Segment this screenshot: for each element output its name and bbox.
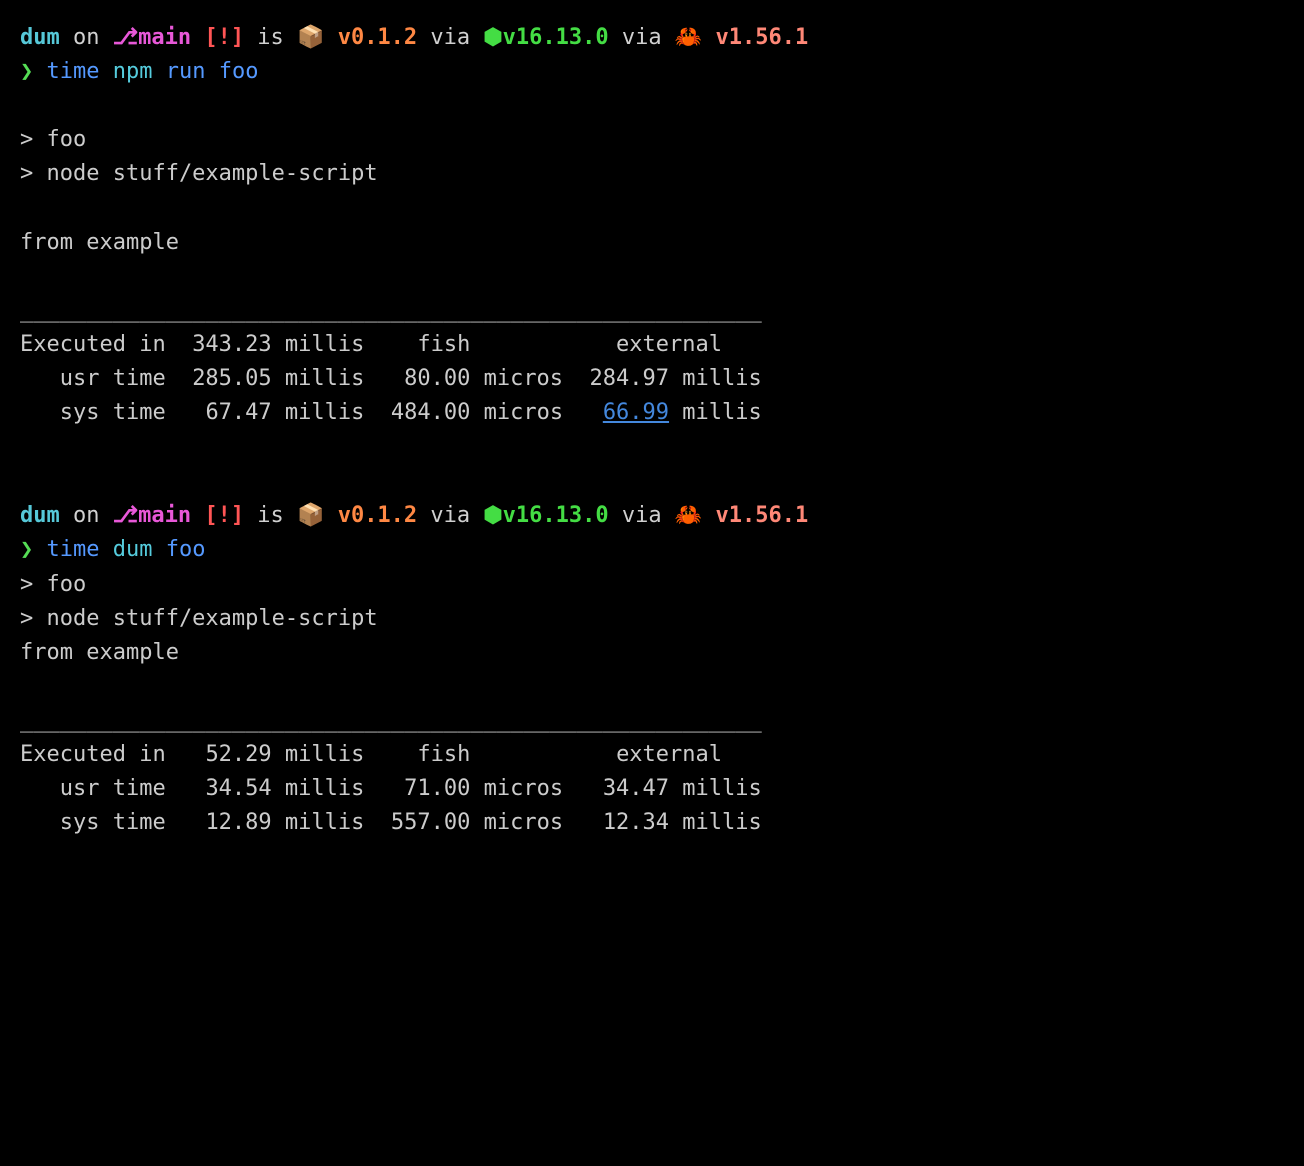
via-text: via <box>417 25 483 50</box>
cmd-time: time <box>47 537 100 562</box>
rust-version: v1.56.1 <box>702 503 808 528</box>
output-from-example: from example <box>20 636 1284 670</box>
is-text: is <box>244 25 297 50</box>
package-version: v0.1.2 <box>324 503 417 528</box>
time-sys: sys time 12.89 millis 557.00 micros 12.3… <box>20 806 1284 840</box>
crab-icon: 🦀 <box>675 502 702 527</box>
on-text: on <box>60 25 113 50</box>
cmd-npm: npm <box>99 59 152 84</box>
divider: ________________________________________… <box>20 294 1284 328</box>
time-executed: Executed in 343.23 millis fish external <box>20 328 1284 362</box>
cwd: dum <box>20 503 60 528</box>
via-text: via <box>609 503 675 528</box>
time-usr: usr time 34.54 millis 71.00 micros 34.47… <box>20 772 1284 806</box>
output-node: > node stuff/example-script <box>20 157 1284 191</box>
node-icon: ⬢ <box>483 503 502 528</box>
command-line-1[interactable]: ❯ time npm run foo <box>20 55 1284 89</box>
cmd-foo: foo <box>205 59 258 84</box>
cwd: dum <box>20 25 60 50</box>
output-from-example: from example <box>20 226 1284 260</box>
branch-icon: ⎇ <box>113 25 138 50</box>
package-version: v0.1.2 <box>324 25 417 50</box>
on-text: on <box>60 503 113 528</box>
cmd-dum: dum <box>99 537 152 562</box>
node-version: v16.13.0 <box>503 503 609 528</box>
rust-version: v1.56.1 <box>702 25 808 50</box>
divider: ________________________________________… <box>20 704 1284 738</box>
via-text: via <box>417 503 483 528</box>
output-node: > node stuff/example-script <box>20 602 1284 636</box>
via-text: via <box>609 25 675 50</box>
prompt-line-2: dum on ⎇main [!] is 📦 v0.1.2 via ⬢v16.13… <box>20 498 1284 533</box>
time-sys: sys time 67.47 millis 484.00 micros 66.9… <box>20 396 1284 430</box>
terminal-output: dum on ⎇main [!] is 📦 v0.1.2 via ⬢v16.13… <box>20 20 1284 840</box>
git-status: [!] <box>191 25 244 50</box>
output-foo: > foo <box>20 123 1284 157</box>
git-status: [!] <box>191 503 244 528</box>
prompt-char: ❯ <box>20 59 47 84</box>
crab-icon: 🦀 <box>675 24 702 49</box>
node-icon: ⬢ <box>483 25 502 50</box>
branch-name: main <box>138 503 191 528</box>
prompt-char: ❯ <box>20 537 47 562</box>
time-usr: usr time 285.05 millis 80.00 micros 284.… <box>20 362 1284 396</box>
package-icon: 📦 <box>297 502 324 527</box>
command-line-2[interactable]: ❯ time dum foo <box>20 533 1284 567</box>
branch-name: main <box>138 25 191 50</box>
output-foo: > foo <box>20 568 1284 602</box>
branch-icon: ⎇ <box>113 503 138 528</box>
cmd-foo: foo <box>152 537 205 562</box>
is-text: is <box>244 503 297 528</box>
node-version: v16.13.0 <box>503 25 609 50</box>
cmd-time: time <box>47 59 100 84</box>
prompt-line-1: dum on ⎇main [!] is 📦 v0.1.2 via ⬢v16.13… <box>20 20 1284 55</box>
sys-ext-link[interactable]: 66.99 <box>603 400 669 425</box>
cmd-run: run <box>152 59 205 84</box>
package-icon: 📦 <box>297 24 324 49</box>
time-executed: Executed in 52.29 millis fish external <box>20 738 1284 772</box>
